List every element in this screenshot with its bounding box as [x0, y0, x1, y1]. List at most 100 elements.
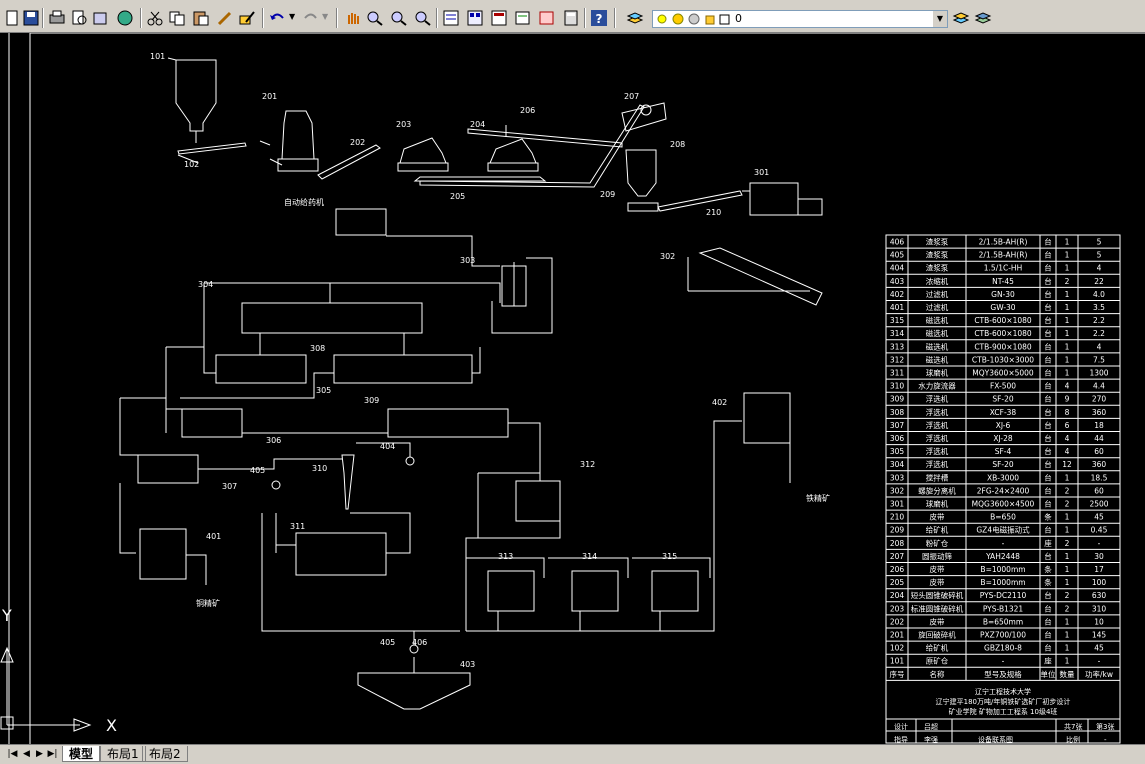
plot-preview-icon[interactable] — [70, 10, 88, 26]
zoom-window-icon[interactable] — [390, 10, 408, 26]
table-cell: 旋回破碎机 — [918, 630, 956, 640]
label-209: 209 — [600, 190, 615, 199]
table-cell: GZ4电磁振动式 — [976, 525, 1030, 535]
table-cell: 台 — [1044, 354, 1052, 364]
save-icon[interactable] — [22, 10, 40, 26]
table-cell: 401 — [890, 303, 905, 312]
tab-layout2[interactable]: 布局2 — [142, 746, 188, 762]
table-cell: 1 — [1065, 631, 1070, 640]
label-101: 101 — [150, 52, 165, 61]
table-cell: 45 — [1094, 644, 1104, 653]
properties-icon[interactable] — [442, 10, 460, 26]
table-cell: 台 — [1044, 433, 1052, 443]
table-cell: 312 — [890, 355, 905, 364]
table-cell: 搅拌槽 — [926, 472, 949, 482]
table-cell: 202 — [890, 617, 905, 626]
table-cell: 水力旋流器 — [918, 381, 956, 391]
table-cell: 1 — [1065, 513, 1070, 522]
table-cell: 1300 — [1089, 369, 1108, 378]
undo-icon[interactable] — [268, 10, 286, 26]
match-properties-icon[interactable] — [216, 10, 234, 26]
prev-tab-icon[interactable]: ◀ — [20, 748, 33, 761]
tb-scale-label: 比例 — [1066, 735, 1080, 744]
tb-guide-name: 李强 — [924, 735, 938, 744]
zoom-realtime-icon[interactable] — [366, 10, 384, 26]
table-cell: 2 — [1065, 539, 1070, 548]
layer-name: 0 — [735, 12, 742, 25]
table-cell: NT-45 — [992, 277, 1014, 286]
label-303: 303 — [460, 256, 475, 265]
table-cell: 2 — [1065, 486, 1070, 495]
label-404: 404 — [380, 442, 395, 451]
design-center-icon[interactable] — [466, 10, 484, 26]
table-cell: 台 — [1044, 590, 1052, 600]
layout-tab-bar: |◀ ◀ ▶ ▶| 模型 布局1 布局2 — [0, 744, 1145, 764]
last-tab-icon[interactable]: ▶| — [46, 748, 59, 761]
layer-combo[interactable]: 0 ▼ — [652, 10, 948, 28]
label-403: 403 — [460, 660, 475, 669]
sheet-set-icon[interactable] — [514, 10, 532, 26]
table-cell: 粉矿仓 — [926, 538, 949, 548]
layer-previous-icon[interactable] — [952, 10, 970, 26]
block-editor-icon[interactable] — [238, 10, 256, 26]
drawing-canvas[interactable]: 101 102 201 202 203 204 205 206 207 208 … — [0, 33, 1145, 744]
tab-model[interactable]: 模型 — [62, 746, 101, 762]
label-312: 312 — [580, 460, 595, 469]
plot-icon[interactable] — [48, 10, 66, 26]
table-cell: 2.2 — [1093, 316, 1105, 325]
table-cell: 磁选机 — [926, 341, 949, 351]
zoom-previous-icon[interactable] — [414, 10, 432, 26]
table-cell: 1 — [1065, 238, 1070, 247]
publish-web-icon[interactable] — [116, 10, 134, 26]
label-205: 205 — [450, 192, 465, 201]
table-cell: 1 — [1065, 526, 1070, 535]
publish-icon[interactable] — [92, 10, 110, 26]
table-cell: 2 — [1065, 500, 1070, 509]
table-cell: 3.5 — [1093, 303, 1105, 312]
new-icon[interactable] — [3, 10, 21, 26]
undo-dropdown-icon[interactable]: ▼ — [289, 12, 295, 21]
redo-dropdown-icon[interactable]: ▼ — [322, 12, 328, 21]
ucs-icon — [0, 646, 92, 732]
label-405b: 405 — [380, 638, 395, 647]
copy-icon[interactable] — [168, 10, 186, 26]
cut-icon[interactable] — [146, 10, 164, 26]
table-cell: 17 — [1094, 565, 1104, 574]
table-cell: 台 — [1044, 315, 1052, 325]
title-dept: 矿业学院 矿物加工工程系 10级4班 — [949, 707, 1058, 716]
table-cell: 台 — [1044, 328, 1052, 338]
layer-states-icon[interactable] — [974, 10, 992, 26]
table-cell: 305 — [890, 447, 905, 456]
table-cell: PXZ700/100 — [980, 631, 1026, 640]
label-309: 309 — [364, 396, 379, 405]
table-cell: XJ-28 — [993, 434, 1013, 443]
table-cell: 18 — [1094, 421, 1104, 430]
quickcalc-icon[interactable] — [562, 10, 580, 26]
table-cell: 1 — [1065, 316, 1070, 325]
table-cell: 台 — [1044, 302, 1052, 312]
table-cell: - — [1098, 539, 1101, 548]
table-cell: 8 — [1065, 408, 1070, 417]
table-cell: 磁选机 — [926, 328, 949, 338]
table-cell: - — [1002, 539, 1005, 548]
table-cell: 4.0 — [1093, 290, 1105, 299]
paste-icon[interactable] — [192, 10, 210, 26]
table-cell: 浮选机 — [926, 420, 949, 430]
help-icon[interactable]: ? — [590, 10, 608, 26]
redo-icon[interactable] — [302, 10, 320, 26]
tool-palettes-icon[interactable] — [490, 10, 508, 26]
label-204: 204 — [470, 120, 485, 129]
table-cell: YAH2448 — [985, 552, 1020, 561]
next-tab-icon[interactable]: ▶ — [33, 748, 46, 761]
table-cell: CTB-600×1080 — [974, 316, 1032, 325]
table-cell: 台 — [1044, 237, 1052, 247]
table-cell: 座 — [1044, 538, 1052, 548]
tab-layout1[interactable]: 布局1 — [100, 746, 146, 762]
tb-sheets: 共7张 — [1064, 722, 1082, 731]
first-tab-icon[interactable]: |◀ — [6, 748, 19, 761]
layer-dropdown-icon[interactable]: ▼ — [933, 11, 947, 27]
table-cell: 1 — [1065, 473, 1070, 482]
layer-manager-icon[interactable] — [626, 10, 644, 26]
pan-icon[interactable] — [344, 10, 362, 26]
markup-icon[interactable] — [538, 10, 556, 26]
